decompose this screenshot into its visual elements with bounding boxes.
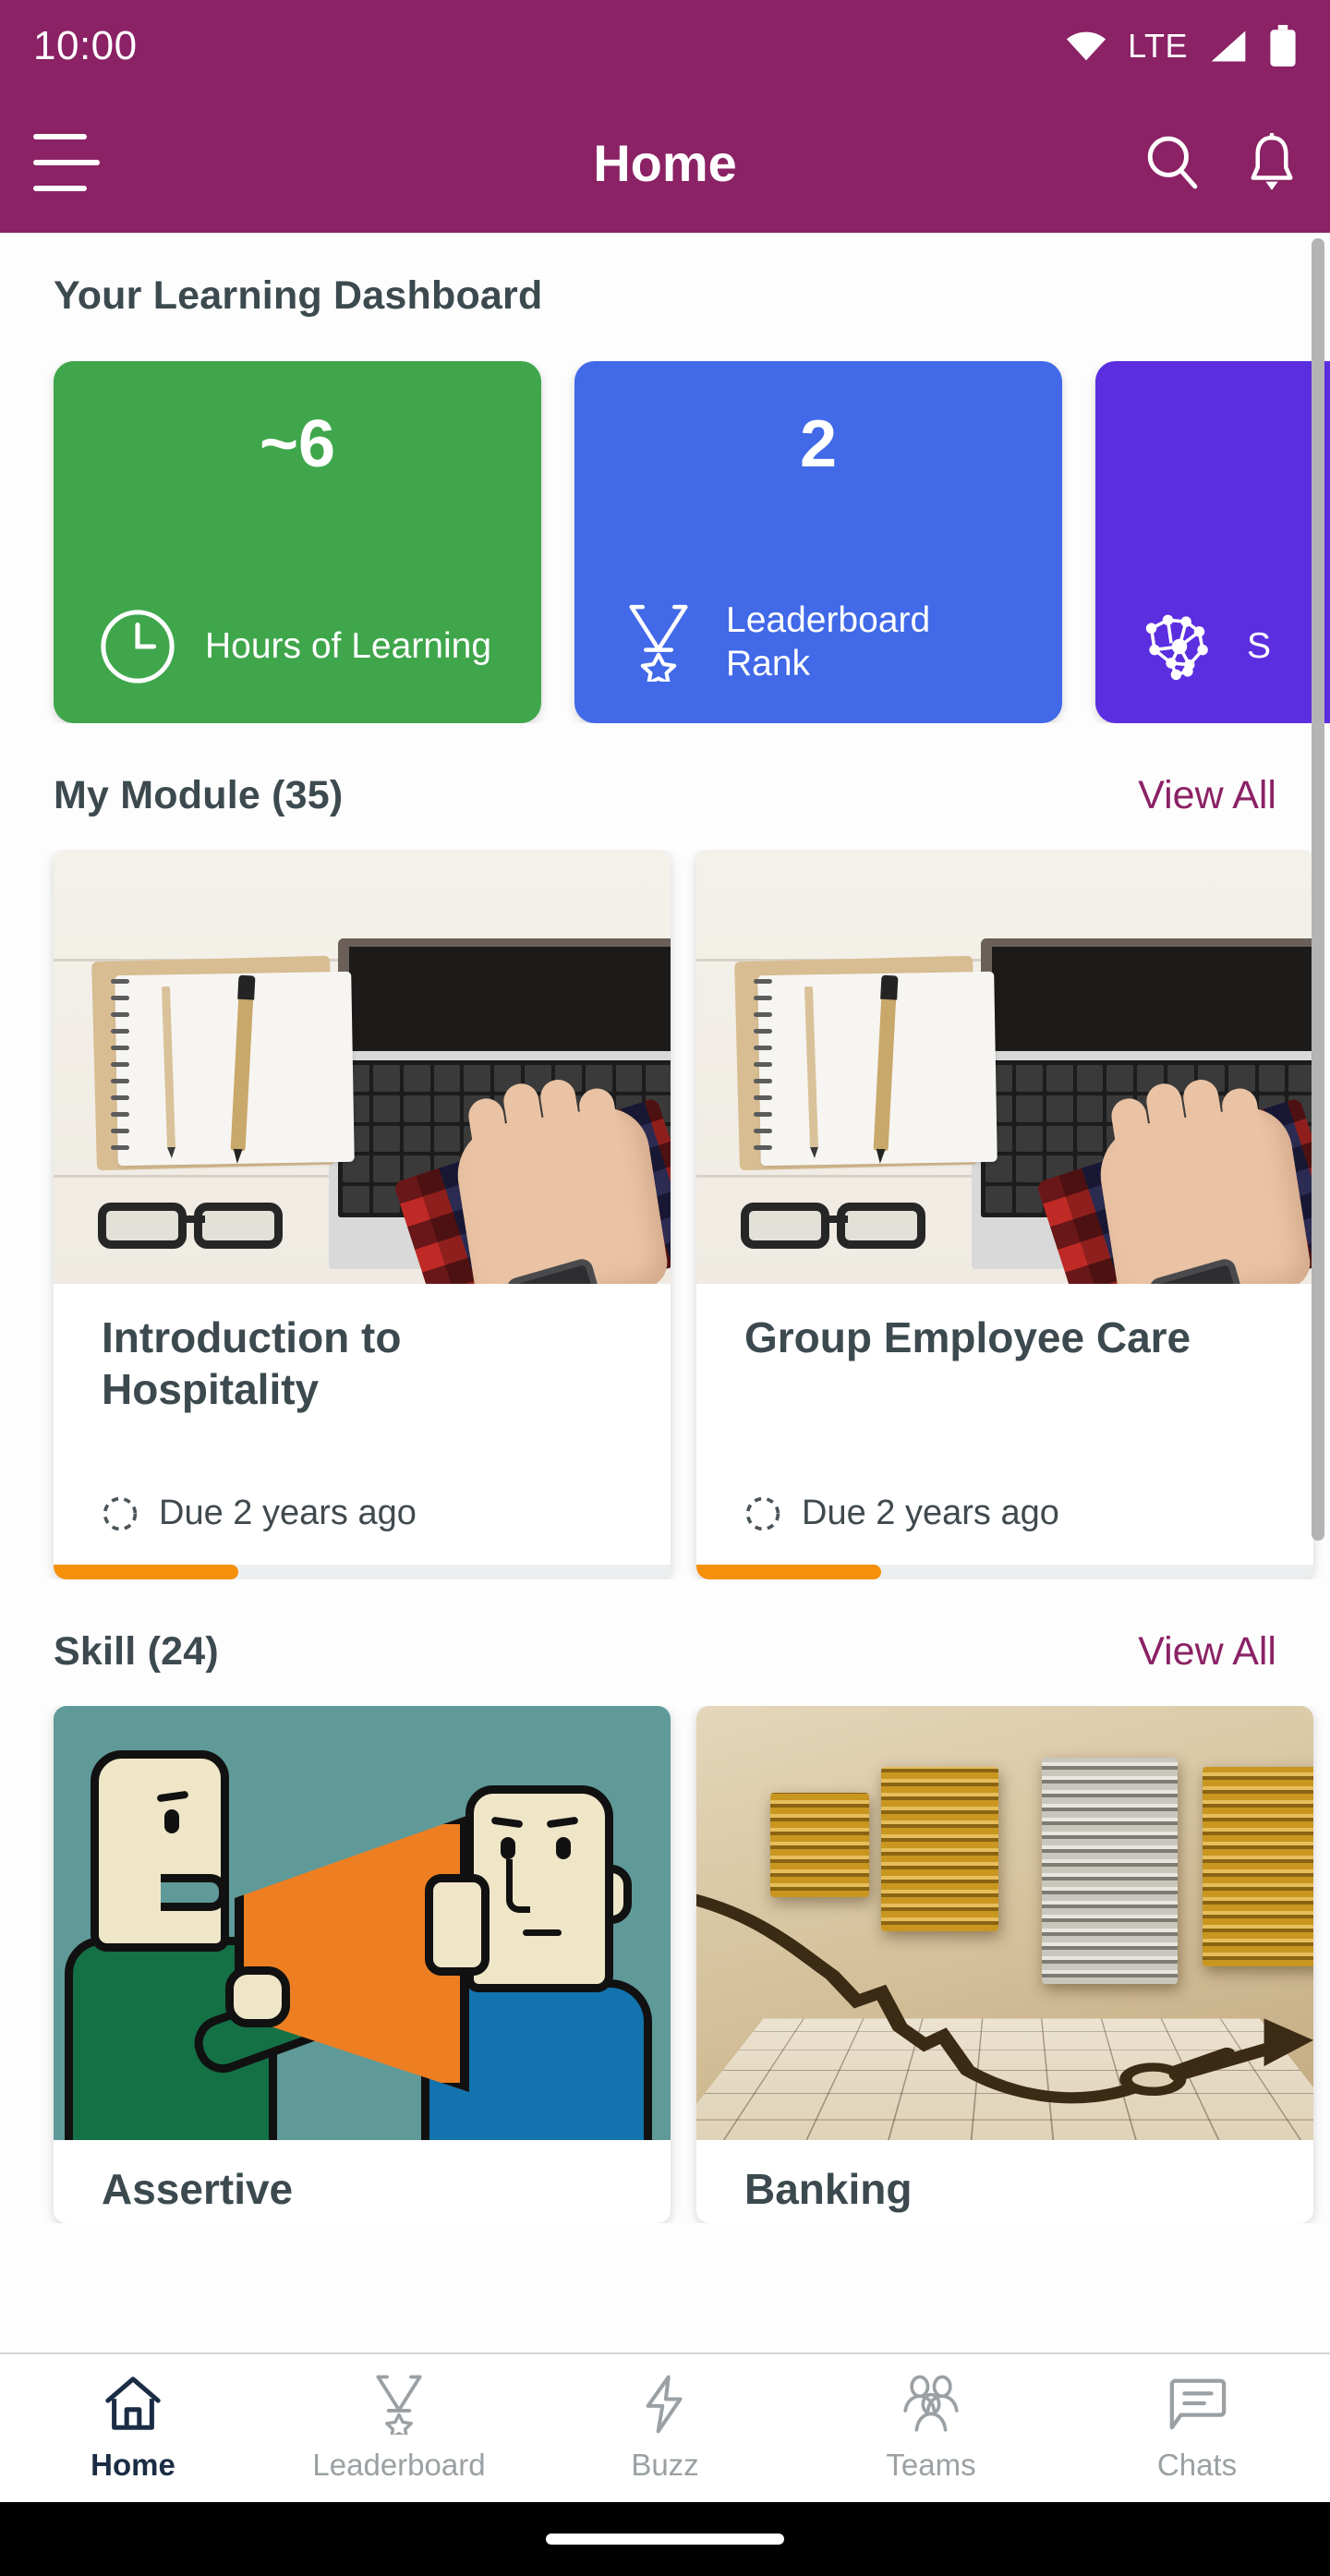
- skill-card[interactable]: Banking: [696, 1706, 1313, 2223]
- page-title: Home: [593, 133, 737, 192]
- skills-view-all-link[interactable]: View All: [1138, 1629, 1276, 1675]
- stat-card-skills[interactable]: S: [1095, 361, 1330, 723]
- nav-label: Teams: [886, 2448, 976, 2482]
- module-progress-track: [696, 1565, 1313, 1579]
- stat-card-hours[interactable]: ~6 Hours of Learning: [54, 361, 541, 723]
- signal-icon: [1211, 30, 1246, 62]
- skill-title: Assertive: [102, 2165, 294, 2213]
- nav-label: Home: [91, 2448, 175, 2482]
- bell-icon[interactable]: [1247, 133, 1297, 192]
- module-title: Group Employee Care: [744, 1313, 1191, 1361]
- app-screen: 10:00 LTE Home Your Learning Dashboard ~…: [0, 0, 1330, 2576]
- module-title: Introduction to Hospitality: [102, 1313, 402, 1414]
- search-icon[interactable]: [1143, 134, 1201, 191]
- skills-carousel[interactable]: Assertive Banking: [0, 1706, 1330, 2223]
- status-bar: 10:00 LTE: [0, 0, 1330, 92]
- skill-thumbnail: [696, 1706, 1313, 2140]
- module-due-text: Due 2 years ago: [802, 1494, 1059, 1532]
- nav-item-home[interactable]: Home: [0, 2374, 266, 2483]
- module-due-text: Due 2 years ago: [159, 1494, 417, 1532]
- stat-label: Hours of Learning: [205, 626, 492, 667]
- nav-item-teams[interactable]: Teams: [798, 2374, 1064, 2483]
- status-bar-indicators: LTE: [1065, 25, 1297, 67]
- skill-title: Banking: [744, 2165, 913, 2213]
- wifi-icon: [1067, 31, 1106, 61]
- bottom-navigation-bar: Home Leaderboard Buzz Teams Chats: [0, 2352, 1330, 2502]
- lightning-bolt-icon: [646, 2375, 683, 2434]
- stat-card-footer: Leaderboard Rank: [602, 599, 1034, 686]
- module-due-row: Due 2 years ago: [744, 1494, 1265, 1533]
- dashed-circle-icon: [745, 1496, 780, 1530]
- hamburger-menu-icon[interactable]: [33, 134, 100, 191]
- stat-cards-carousel[interactable]: ~6 Hours of Learning 2 Leaderboard Rank …: [0, 361, 1330, 723]
- stat-value: 2: [799, 407, 838, 481]
- people-group-icon: [903, 2375, 959, 2432]
- module-progress-fill: [54, 1565, 239, 1579]
- medal-icon: [376, 2375, 422, 2435]
- nav-label: Buzz: [631, 2448, 699, 2482]
- main-scroll-area[interactable]: Your Learning Dashboard ~6 Hours of Lear…: [0, 233, 1330, 2353]
- chat-bubble-icon: [1169, 2378, 1227, 2430]
- module-progress-track: [54, 1565, 671, 1579]
- skill-thumbnail: [54, 1706, 671, 2140]
- network-type-label: LTE: [1128, 27, 1188, 65]
- skills-section-title: Skill (24): [54, 1629, 219, 1674]
- module-progress-fill: [696, 1565, 882, 1579]
- dashed-circle-icon: [103, 1496, 138, 1530]
- status-bar-clock: 10:00: [33, 23, 138, 68]
- stat-label: S: [1247, 626, 1272, 667]
- modules-section-title: My Module (35): [54, 773, 344, 817]
- home-indicator[interactable]: [546, 2534, 784, 2545]
- dashboard-title: Your Learning Dashboard: [54, 273, 543, 318]
- modules-section-header: My Module (35) View All: [0, 773, 1330, 818]
- dashboard-header: Your Learning Dashboard: [0, 233, 1330, 319]
- skills-section-header: Skill (24) View All: [0, 1629, 1330, 1675]
- stat-label: Leaderboard Rank: [726, 599, 931, 684]
- clock-icon: [101, 610, 175, 683]
- module-due-row: Due 2 years ago: [102, 1494, 623, 1533]
- skill-card[interactable]: Assertive: [54, 1706, 671, 2223]
- home-icon: [105, 2376, 161, 2430]
- module-thumbnail: [696, 850, 1313, 1284]
- vertical-scrollbar[interactable]: [1312, 238, 1324, 1541]
- module-card[interactable]: Introduction to Hospitality Due 2 years …: [54, 850, 671, 1579]
- medal-icon: [629, 605, 688, 683]
- module-thumbnail: [54, 850, 671, 1284]
- module-card[interactable]: Group Employee Care Due 2 years ago: [696, 850, 1313, 1579]
- stat-card-footer: Hours of Learning: [81, 607, 514, 686]
- nav-item-leaderboard[interactable]: Leaderboard: [266, 2374, 532, 2483]
- brain-network-icon: [1145, 614, 1208, 681]
- nav-item-buzz[interactable]: Buzz: [532, 2374, 798, 2483]
- stat-card-leaderboard-rank[interactable]: 2 Leaderboard Rank: [574, 361, 1062, 723]
- system-navigation-bar: [0, 2502, 1330, 2576]
- modules-carousel[interactable]: Introduction to Hospitality Due 2 years …: [0, 850, 1330, 1579]
- module-card-body: Group Employee Care Due 2 years ago: [696, 1284, 1313, 1565]
- module-card-body: Introduction to Hospitality Due 2 years …: [54, 1284, 671, 1565]
- app-bar-actions: [1143, 133, 1297, 192]
- stat-card-footer: S: [1123, 607, 1330, 686]
- battery-icon: [1270, 25, 1296, 67]
- stat-value: ~6: [259, 407, 336, 481]
- nav-label: Chats: [1156, 2448, 1238, 2482]
- modules-view-all-link[interactable]: View All: [1138, 773, 1276, 818]
- nav-item-chats[interactable]: Chats: [1064, 2374, 1330, 2483]
- app-bar: Home: [0, 92, 1330, 233]
- nav-label: Leaderboard: [312, 2448, 486, 2482]
